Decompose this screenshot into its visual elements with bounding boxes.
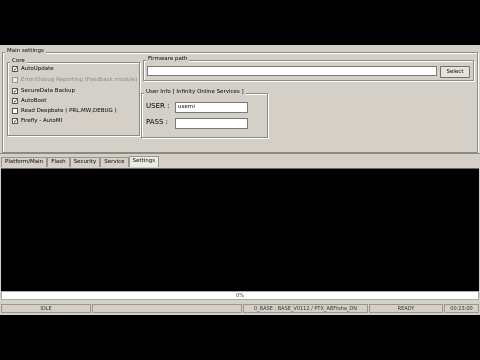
user-info-legend: User Info [ Infinity Online Services ]	[144, 89, 246, 95]
tab-service[interactable]: Service	[100, 157, 129, 167]
user-label: USER :	[146, 102, 170, 110]
checkbox-autoupdate[interactable]: ✓ AutoUpdate	[12, 66, 54, 73]
pass-input[interactable]	[175, 118, 248, 129]
checkbox-box[interactable]: ✓	[12, 118, 18, 125]
checkbox-label: Error/Debug Reporting (Feedback module)	[21, 77, 138, 83]
checkbox-label: Firefly - AutoMI	[21, 118, 63, 124]
status-bar: IDLE 0_BASE : BASE_V0112 / PTX_ABFtsha_D…	[0, 304, 480, 313]
status-empty-panel	[92, 304, 242, 313]
firmware-path-input[interactable]	[147, 66, 437, 76]
core-legend: Core	[10, 58, 27, 64]
log-console[interactable]	[1, 168, 479, 291]
checkbox-read-deepbate[interactable]: Read Deepbate ( PRL,MW,DEBUG )	[12, 108, 117, 114]
divider	[0, 153, 480, 154]
checkbox-box[interactable]: ✓	[12, 88, 18, 95]
status-time: 00:23:00	[444, 304, 479, 313]
checkbox-box[interactable]	[12, 108, 18, 114]
checkbox-firefly-automi[interactable]: ✓ Firefly - AutoMI	[12, 118, 63, 125]
main-settings-legend: Main settings	[5, 48, 46, 54]
checkbox-label: AutoBoot	[21, 98, 47, 104]
tab-flash[interactable]: Flash	[47, 157, 70, 167]
user-info-group	[141, 93, 268, 138]
checkbox-autoboot[interactable]: ✓ AutoBoot	[12, 98, 47, 105]
checkbox-label: SecureData Backup	[21, 88, 75, 94]
application-window: Main settings Core ✓ AutoUpdate Error/De…	[0, 45, 480, 315]
progress-bar: 0%	[1, 291, 479, 300]
checkbox-label: Read Deepbate ( PRL,MW,DEBUG )	[21, 108, 117, 114]
checkbox-box[interactable]: ✓	[12, 66, 18, 73]
tab-bar: Platform/Main Flash Security Service Set…	[1, 156, 160, 167]
tab-security[interactable]: Security	[69, 157, 101, 167]
status-firmware-info: 0_BASE : BASE_V0112 / PTX_ABFtsha_DN	[243, 304, 368, 313]
checkbox-securedata-backup[interactable]: ✓ SecureData Backup	[12, 88, 75, 95]
select-button[interactable]: Select	[440, 66, 470, 78]
checkbox-box[interactable]	[12, 77, 18, 83]
tab-settings[interactable]: Settings	[128, 156, 160, 167]
pass-label: PASS :	[146, 118, 169, 126]
checkbox-error-debug-reporting[interactable]: Error/Debug Reporting (Feedback module)	[12, 77, 137, 83]
status-idle: IDLE	[1, 304, 91, 313]
checkbox-box[interactable]: ✓	[12, 98, 18, 105]
firmware-path-legend: Firmware path	[146, 56, 190, 62]
tab-platform-main[interactable]: Platform/Main	[1, 157, 48, 167]
user-input[interactable]: userni	[175, 102, 248, 113]
checkbox-label: AutoUpdate	[21, 66, 54, 72]
status-ready: READY	[369, 304, 443, 313]
